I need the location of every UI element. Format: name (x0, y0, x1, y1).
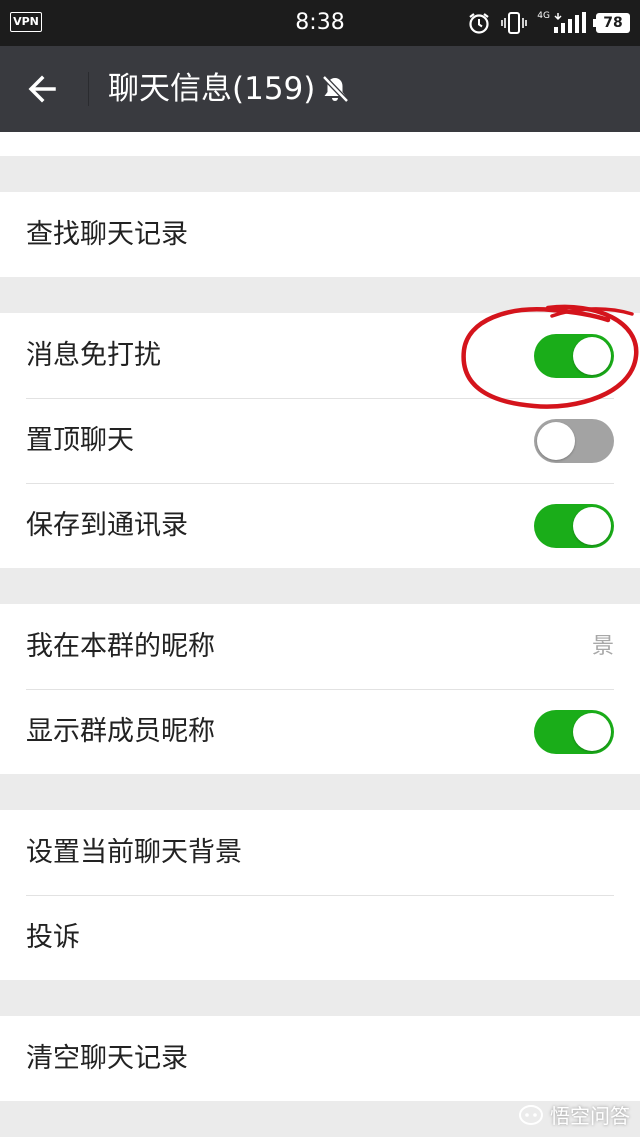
toggle-knob (573, 337, 611, 375)
save-to-contacts-label: 保存到通讯录 (26, 510, 188, 541)
misc-group: 设置当前聊天背景 投诉 (0, 810, 640, 980)
chat-background-label: 设置当前聊天背景 (26, 837, 242, 868)
vibrate-icon (501, 12, 528, 34)
page-title: 聊天信息(159) (108, 71, 316, 107)
mute-notifications-row[interactable]: 消息免打扰 (0, 313, 640, 398)
report-label: 投诉 (26, 922, 80, 953)
settings-list: 查找聊天记录 消息免打扰 置顶聊天 保存到通讯录 我在本群的昵称 景 显示群成员… (0, 132, 640, 1101)
show-member-nicknames-row[interactable]: 显示群成员昵称 (0, 689, 640, 774)
alarm-icon (469, 13, 489, 34)
toggle-knob (573, 507, 611, 545)
app-bar-divider (88, 72, 89, 106)
save-to-contacts-row[interactable]: 保存到通讯录 (0, 483, 640, 568)
toggle-knob (537, 422, 575, 460)
clear-group: 清空聊天记录 (0, 1016, 640, 1101)
top-spacer (0, 132, 640, 156)
my-group-nickname-label: 我在本群的昵称 (26, 631, 215, 662)
pin-chat-label: 置顶聊天 (26, 425, 134, 456)
back-arrow-icon[interactable] (22, 68, 64, 110)
show-member-nicknames-toggle[interactable] (534, 710, 614, 754)
signal-icon (554, 12, 586, 33)
search-history-label: 查找聊天记录 (26, 219, 188, 250)
status-icons: 4G 78 (467, 8, 630, 38)
app-bar: 聊天信息(159) (0, 46, 640, 132)
section-gap (0, 568, 640, 604)
section-gap (0, 277, 640, 313)
nickname-group: 我在本群的昵称 景 显示群成员昵称 (0, 604, 640, 774)
watermark-text: 悟空问答 (550, 1104, 630, 1128)
report-row[interactable]: 投诉 (0, 895, 640, 980)
notification-group: 消息免打扰 置顶聊天 保存到通讯录 (0, 313, 640, 568)
status-bar: VPN 8:38 4G 78 (0, 0, 640, 46)
mute-notifications-toggle[interactable] (534, 334, 614, 378)
mute-notifications-label: 消息免打扰 (26, 340, 161, 371)
watermark: 悟空问答 (518, 1100, 630, 1129)
section-gap (0, 156, 640, 192)
section-gap (0, 980, 640, 1016)
my-group-nickname-row[interactable]: 我在本群的昵称 景 (0, 604, 640, 689)
pin-chat-row[interactable]: 置顶聊天 (0, 398, 640, 483)
search-history-row[interactable]: 查找聊天记录 (0, 192, 640, 277)
my-group-nickname-value: 景 (591, 634, 614, 659)
show-member-nicknames-label: 显示群成员昵称 (26, 716, 215, 747)
clear-history-label: 清空聊天记录 (26, 1043, 188, 1074)
toggle-knob (573, 713, 611, 751)
battery-indicator: 78 (593, 13, 630, 33)
clear-history-row[interactable]: 清空聊天记录 (0, 1016, 640, 1101)
section-gap (0, 774, 640, 810)
pin-chat-toggle[interactable] (534, 419, 614, 463)
chat-background-row[interactable]: 设置当前聊天背景 (0, 810, 640, 895)
save-to-contacts-toggle[interactable] (534, 504, 614, 548)
search-group: 查找聊天记录 (0, 192, 640, 277)
mute-bell-icon (322, 75, 349, 103)
network-type: 4G (537, 11, 550, 21)
wukong-logo-icon (519, 1104, 543, 1125)
